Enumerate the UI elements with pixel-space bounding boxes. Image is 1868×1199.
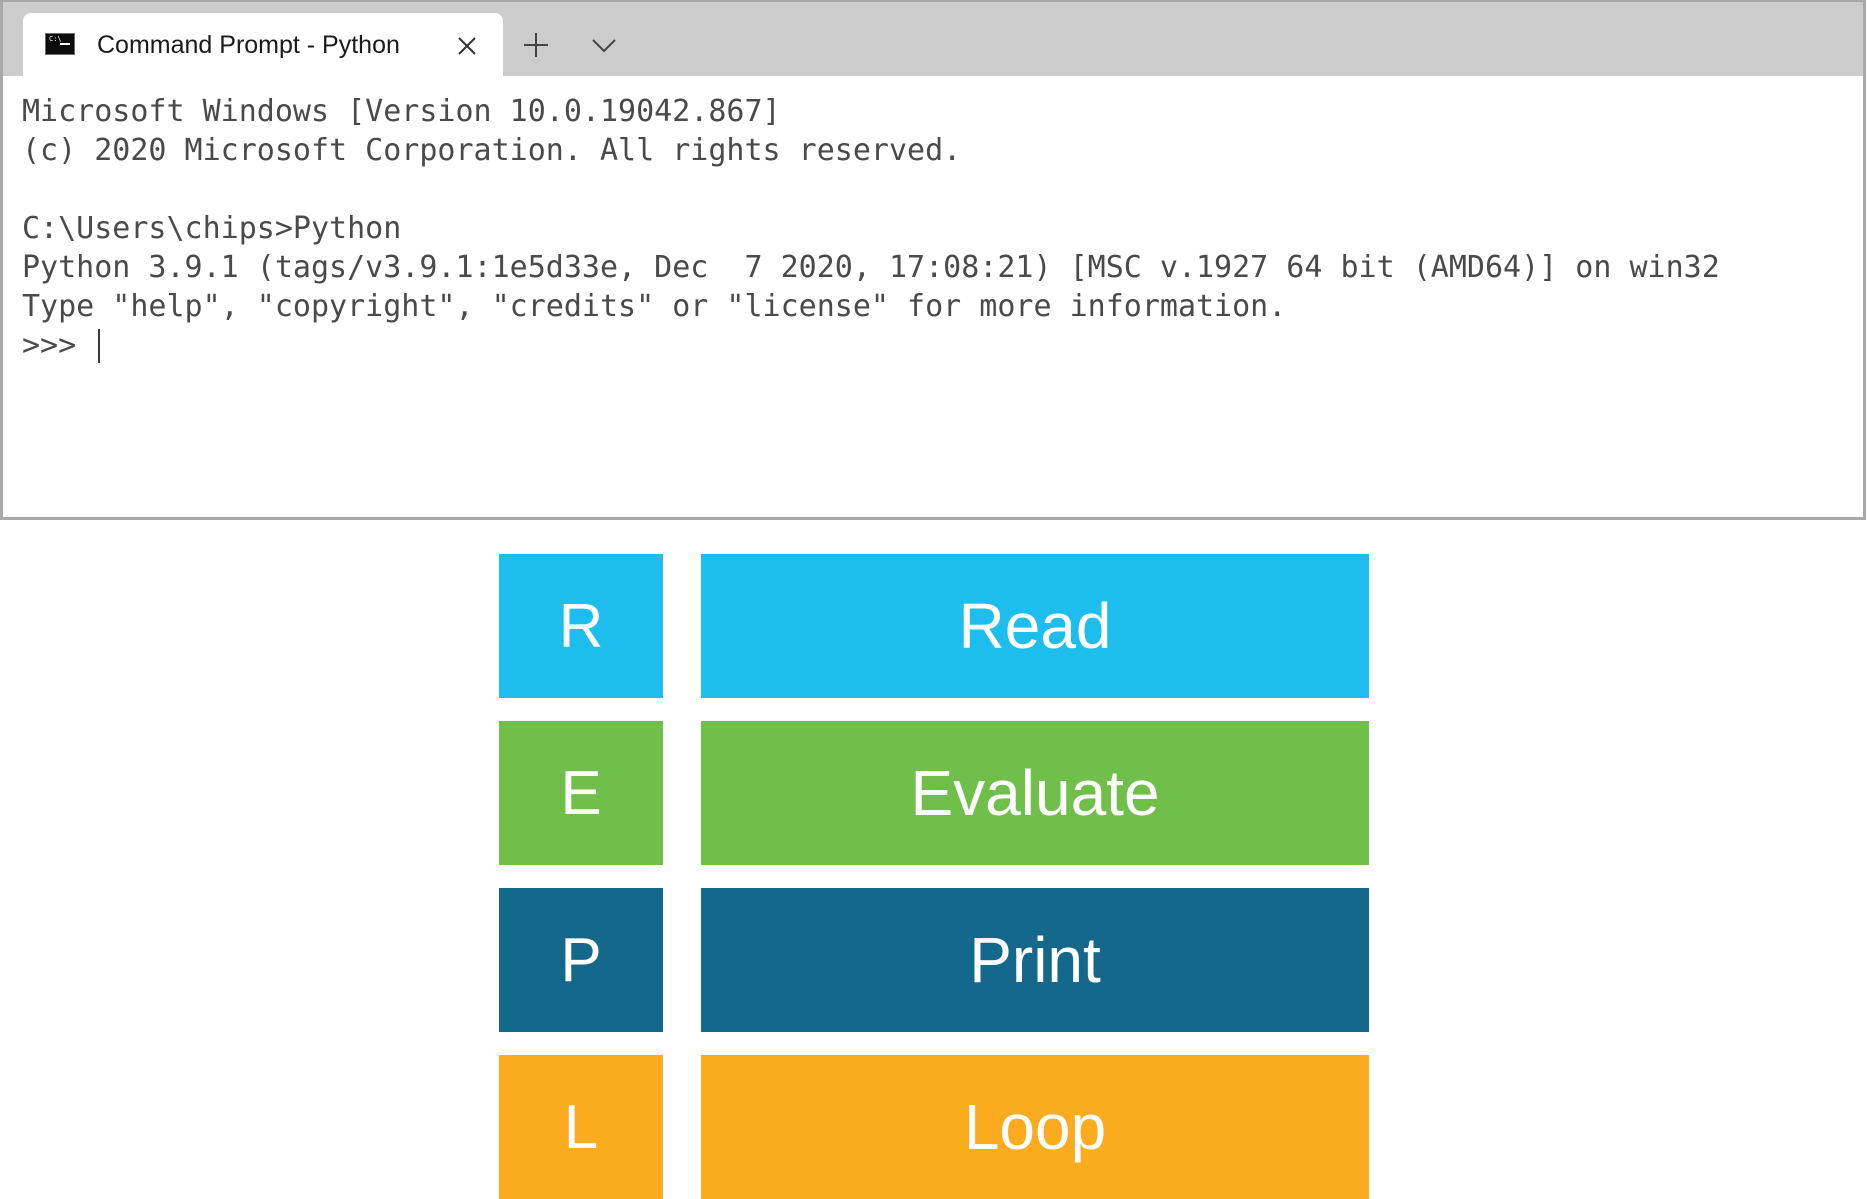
- prompt-line[interactable]: >>>: [22, 326, 1863, 365]
- plus-icon[interactable]: [521, 30, 551, 60]
- repl-word-print: Print: [701, 888, 1369, 1032]
- terminal-line: (c) 2020 Microsoft Corporation. All righ…: [22, 133, 962, 168]
- tab-command-prompt[interactable]: C:\ Command Prompt - Python: [23, 13, 503, 76]
- repl-row-read: R Read: [499, 554, 1369, 698]
- repl-letter-e: E: [499, 721, 663, 865]
- terminal-line: Python 3.9.1 (tags/v3.9.1:1e5d33e, Dec 7…: [22, 250, 1720, 285]
- close-icon[interactable]: [455, 34, 479, 58]
- repl-letter-p: P: [499, 888, 663, 1032]
- terminal-line: Microsoft Windows [Version 10.0.19042.86…: [22, 94, 781, 129]
- repl-word-loop: Loop: [701, 1055, 1369, 1199]
- repl-row-loop: L Loop: [499, 1055, 1369, 1199]
- repl-letter-l: L: [499, 1055, 663, 1199]
- tab-title: Command Prompt - Python: [97, 31, 400, 59]
- terminal-line: C:\Users\chips>Python: [22, 211, 402, 246]
- chevron-down-icon[interactable]: [589, 33, 619, 57]
- terminal-window: C:\ Command Prompt - Python Microsoft Wi…: [0, 0, 1866, 520]
- terminal-icon: C:\: [45, 33, 75, 55]
- python-prompt: >>>: [22, 328, 95, 363]
- repl-word-evaluate: Evaluate: [701, 721, 1369, 865]
- text-cursor: [98, 328, 101, 363]
- terminal-line: Type "help", "copyright", "credits" or "…: [22, 289, 1287, 324]
- terminal-output[interactable]: Microsoft Windows [Version 10.0.19042.86…: [3, 76, 1863, 517]
- repl-letter-r: R: [499, 554, 663, 698]
- tab-bar: C:\ Command Prompt - Python: [3, 2, 1863, 76]
- repl-word-read: Read: [701, 554, 1369, 698]
- repl-row-print: P Print: [499, 888, 1369, 1032]
- repl-row-evaluate: E Evaluate: [499, 721, 1369, 865]
